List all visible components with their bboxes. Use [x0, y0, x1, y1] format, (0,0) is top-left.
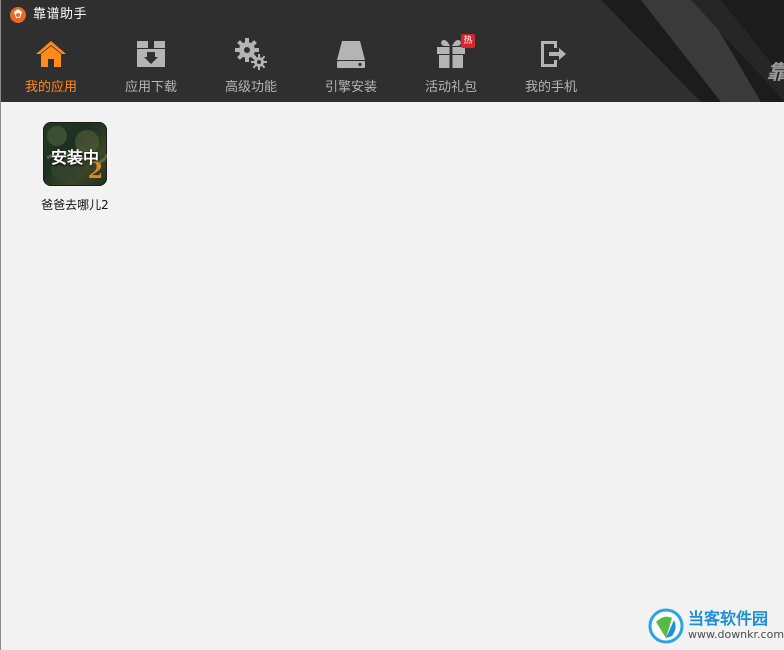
app-tile[interactable]: 2 安装中 爸爸去哪儿2 — [37, 122, 113, 213]
tab-label: 应用下载 — [124, 80, 177, 95]
watermark-name: 当客软件园 — [688, 609, 769, 628]
tab-app-download[interactable]: 应用下载 — [101, 30, 201, 102]
app-window: 靠谱助手 我的应用 应用下载 高级功能 引擎安装 热 活动礼包 我的手机 2 安… — [0, 0, 784, 650]
brand-fragment: 靠 — [767, 56, 784, 85]
app-thumbnail: 2 安装中 — [43, 122, 107, 186]
phone-exit-icon — [533, 36, 569, 72]
titlebar: 靠谱助手 — [9, 4, 87, 26]
gears-icon — [233, 36, 269, 72]
app-name: 爸爸去哪儿2 — [41, 198, 109, 212]
watermark-url: www.downkr.com — [688, 628, 784, 641]
tab-my-phone[interactable]: 我的手机 — [501, 30, 601, 102]
app-title: 靠谱助手 — [33, 7, 88, 22]
app-logo-icon — [10, 7, 26, 23]
tab-engine-install[interactable]: 引擎安装 — [301, 30, 401, 102]
tab-advanced[interactable]: 高级功能 — [201, 30, 301, 102]
gift-icon: 热 — [433, 34, 475, 72]
watermark-logo-icon — [648, 608, 684, 644]
home-icon — [33, 36, 69, 72]
tab-label: 引擎安装 — [324, 80, 377, 95]
drive-icon — [333, 36, 369, 72]
tab-label: 高级功能 — [224, 80, 277, 95]
download-box-icon — [133, 36, 169, 72]
watermark: 当客软件园 www.downkr.com — [648, 604, 784, 648]
tab-label: 活动礼包 — [424, 80, 477, 95]
tab-gift-pack[interactable]: 热 活动礼包 — [401, 30, 501, 102]
tab-label: 我的手机 — [524, 80, 577, 95]
header-bar: 靠谱助手 我的应用 应用下载 高级功能 引擎安装 热 活动礼包 我的手机 — [1, 0, 784, 102]
install-status: 安装中 — [50, 148, 99, 167]
main-tabs: 我的应用 应用下载 高级功能 引擎安装 热 活动礼包 我的手机 — [1, 30, 601, 102]
app-grid: 2 安装中 爸爸去哪儿2 — [1, 102, 784, 650]
tab-label: 我的应用 — [24, 80, 77, 95]
hot-badge: 热 — [461, 34, 475, 48]
tab-my-apps[interactable]: 我的应用 — [1, 30, 101, 102]
